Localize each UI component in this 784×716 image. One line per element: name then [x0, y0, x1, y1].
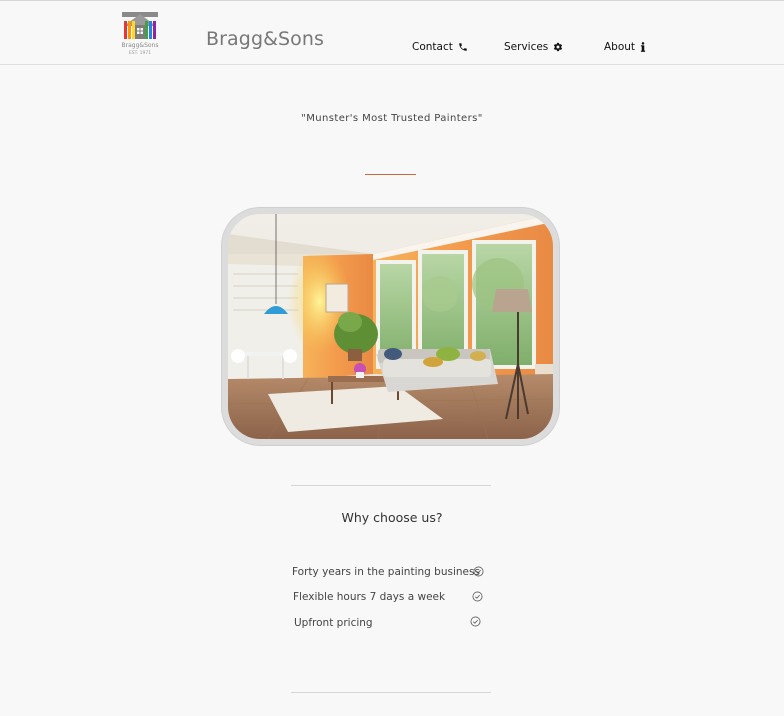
brand-name[interactable]: Bragg&Sons — [206, 28, 324, 50]
check-circle-icon — [470, 616, 481, 627]
check-circle-icon — [473, 566, 484, 577]
nav-contact-label: Contact — [412, 41, 453, 53]
info-icon — [640, 42, 646, 52]
hero-image — [228, 214, 553, 439]
section-divider-bottom — [291, 692, 491, 693]
feature-item-experience: Forty years in the painting business — [292, 566, 480, 578]
logo-text: Bragg&Sons — [122, 42, 159, 49]
nav-services-label: Services — [504, 41, 549, 53]
company-logo[interactable]: Bragg&Sons EST. 1971 — [120, 11, 160, 57]
feature-item-hours: Flexible hours 7 days a week — [293, 591, 446, 603]
living-room-image — [228, 214, 553, 439]
nav-about[interactable]: About — [604, 41, 646, 53]
page: Bragg&Sons EST. 1971 Bragg&Sons Contact … — [0, 0, 784, 716]
why-choose-us-heading: Why choose us? — [341, 510, 443, 525]
nav-services[interactable]: Services — [504, 41, 563, 53]
nav-contact[interactable]: Contact — [412, 41, 468, 53]
nav-about-label: About — [604, 41, 636, 53]
tagline: "Munster's Most Trusted Painters" — [301, 113, 483, 124]
logo-graphic: Bragg&Sons EST. 1971 — [122, 12, 159, 56]
logo-est: EST. 1971 — [129, 50, 151, 56]
feature-item-pricing: Upfront pricing — [294, 617, 373, 629]
section-divider-top — [291, 485, 491, 486]
site-header: Bragg&Sons EST. 1971 Bragg&Sons Contact … — [0, 1, 784, 65]
hero-image-frame — [222, 208, 559, 445]
phone-icon — [459, 43, 467, 51]
check-circle-icon — [472, 591, 483, 602]
accent-divider — [365, 174, 416, 175]
gear-icon — [554, 42, 563, 52]
